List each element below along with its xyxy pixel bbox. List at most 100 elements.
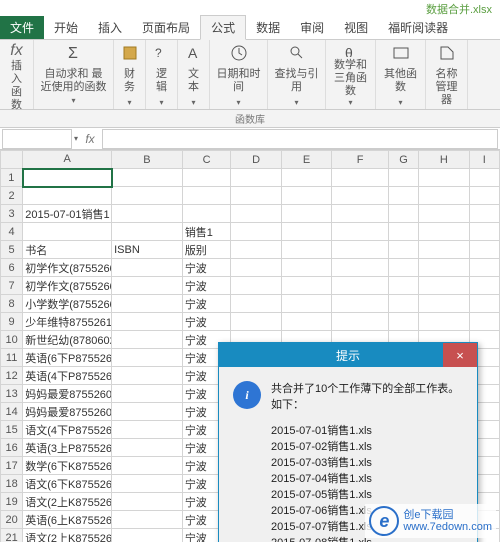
ribbon-name-manager[interactable]: 名称管理器 <box>426 40 468 109</box>
cell[interactable] <box>23 169 112 187</box>
cell[interactable] <box>419 187 470 205</box>
cell[interactable] <box>281 241 332 259</box>
name-box[interactable] <box>2 129 72 149</box>
tab-file[interactable]: 文件 <box>0 16 44 39</box>
cell[interactable] <box>231 169 282 187</box>
cell[interactable] <box>112 313 183 331</box>
col-header[interactable]: F <box>332 151 389 169</box>
row-header[interactable]: 4 <box>1 223 23 241</box>
cell[interactable] <box>388 295 418 313</box>
cell[interactable] <box>419 295 470 313</box>
cell[interactable]: 宁波 <box>182 295 230 313</box>
tab-formulas[interactable]: 公式 <box>200 15 246 40</box>
cell[interactable] <box>419 277 470 295</box>
cell[interactable] <box>281 187 332 205</box>
col-header[interactable]: D <box>231 151 282 169</box>
tab-layout[interactable]: 页面布局 <box>132 16 200 39</box>
cell[interactable] <box>388 169 418 187</box>
row-header[interactable]: 21 <box>1 529 23 543</box>
tab-view[interactable]: 视图 <box>334 16 378 39</box>
cell[interactable] <box>112 223 183 241</box>
ribbon-financial[interactable]: 财务▾ <box>114 40 146 109</box>
row-header[interactable]: 16 <box>1 439 23 457</box>
row-header[interactable]: 14 <box>1 403 23 421</box>
row-header[interactable]: 2 <box>1 187 23 205</box>
cell[interactable] <box>388 187 418 205</box>
cell[interactable] <box>231 187 282 205</box>
row-header[interactable]: 1 <box>1 169 23 187</box>
cell[interactable] <box>182 169 230 187</box>
cell[interactable] <box>112 367 183 385</box>
cell[interactable]: 语文(4下P875526053 <box>23 421 112 439</box>
cell[interactable] <box>281 295 332 313</box>
cell[interactable]: 初学作文(875526030 <box>23 259 112 277</box>
cell[interactable]: ISBN <box>112 241 183 259</box>
cell[interactable] <box>469 313 499 331</box>
cell[interactable]: 妈妈最爱875526011 <box>23 385 112 403</box>
ribbon-lookup[interactable]: 查找与引用▾ <box>268 40 326 109</box>
cell[interactable] <box>388 223 418 241</box>
cell[interactable] <box>112 205 183 223</box>
cell[interactable]: 小学数学(875526093 <box>23 295 112 313</box>
cell[interactable] <box>469 205 499 223</box>
cell[interactable]: 版别 <box>182 241 230 259</box>
row-header[interactable]: 18 <box>1 475 23 493</box>
row-header[interactable]: 19 <box>1 493 23 511</box>
cell[interactable]: 销售1 <box>182 223 230 241</box>
formula-input[interactable] <box>102 129 498 149</box>
cell[interactable] <box>469 187 499 205</box>
cell[interactable] <box>182 187 230 205</box>
cell[interactable] <box>112 259 183 277</box>
ribbon-other[interactable]: 其他函数▾ <box>376 40 426 109</box>
cell[interactable] <box>469 169 499 187</box>
row-header[interactable]: 3 <box>1 205 23 223</box>
cell[interactable]: 英语(4下P875526054 <box>23 367 112 385</box>
cell[interactable]: 妈妈最爱875526012 <box>23 403 112 421</box>
ribbon-insert-function[interactable]: fx 插入函数 <box>0 40 34 109</box>
cell[interactable]: 数学(6下K875526199 <box>23 457 112 475</box>
cell[interactable] <box>388 313 418 331</box>
cell[interactable] <box>112 457 183 475</box>
cell[interactable] <box>419 169 470 187</box>
dialog-titlebar[interactable]: 提示 × <box>219 343 477 367</box>
tab-foxit[interactable]: 福昕阅读器 <box>378 16 458 39</box>
cell[interactable] <box>112 475 183 493</box>
fx-button[interactable]: fx <box>78 132 102 146</box>
cell[interactable] <box>231 259 282 277</box>
cell[interactable] <box>388 277 418 295</box>
cell[interactable] <box>469 241 499 259</box>
row-header[interactable]: 11 <box>1 349 23 367</box>
cell[interactable]: 语文(6下K875526017 <box>23 475 112 493</box>
cell[interactable] <box>281 205 332 223</box>
cell[interactable]: 书名 <box>23 241 112 259</box>
cell[interactable] <box>231 295 282 313</box>
col-header[interactable]: B <box>112 151 183 169</box>
cell[interactable] <box>281 313 332 331</box>
tab-data[interactable]: 数据 <box>246 16 290 39</box>
cell[interactable] <box>231 205 282 223</box>
cell[interactable] <box>112 493 183 511</box>
cell[interactable]: 新世纪幼(878060290 <box>23 331 112 349</box>
row-header[interactable]: 13 <box>1 385 23 403</box>
cell[interactable] <box>281 223 332 241</box>
cell[interactable] <box>419 223 470 241</box>
tab-home[interactable]: 开始 <box>44 16 88 39</box>
cell[interactable] <box>419 313 470 331</box>
cell[interactable] <box>112 295 183 313</box>
cell[interactable] <box>112 187 183 205</box>
cell[interactable] <box>332 187 389 205</box>
col-header[interactable]: G <box>388 151 418 169</box>
cell[interactable] <box>281 277 332 295</box>
cell[interactable] <box>388 241 418 259</box>
row-header[interactable]: 15 <box>1 421 23 439</box>
cell[interactable] <box>112 439 183 457</box>
cell[interactable] <box>419 205 470 223</box>
cell[interactable] <box>231 313 282 331</box>
row-header[interactable]: 8 <box>1 295 23 313</box>
cell[interactable]: 2015-07-01销售1 <box>23 205 112 223</box>
cell[interactable] <box>469 277 499 295</box>
ribbon-datetime[interactable]: 日期和时间▾ <box>210 40 268 109</box>
col-header[interactable]: I <box>469 151 499 169</box>
cell[interactable]: 初学作文(875526030 <box>23 277 112 295</box>
cell[interactable] <box>112 403 183 421</box>
